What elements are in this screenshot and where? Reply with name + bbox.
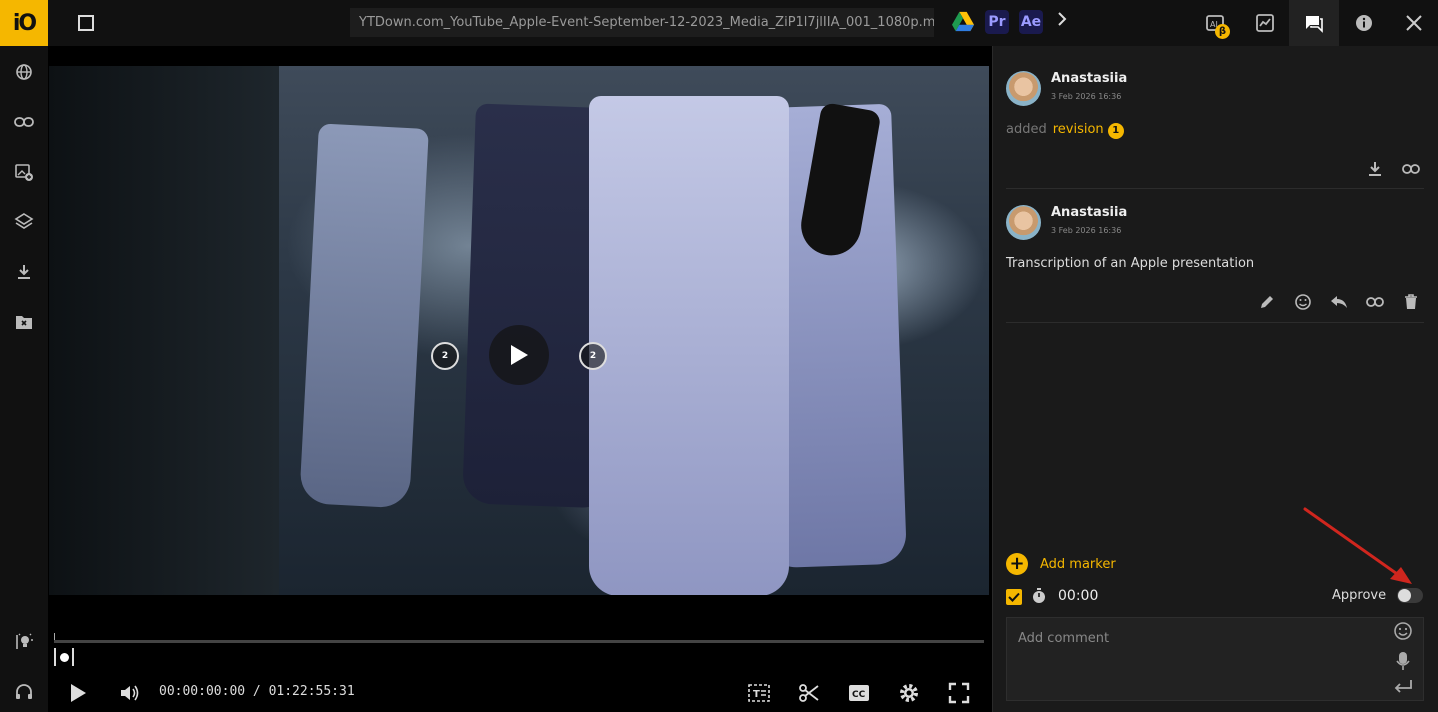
premiere-pro-icon[interactable]: Pr bbox=[985, 10, 1009, 34]
timeline-track[interactable] bbox=[54, 640, 984, 643]
emoji-icon[interactable] bbox=[1393, 621, 1413, 641]
layers-icon[interactable] bbox=[12, 210, 36, 234]
comment-input[interactable] bbox=[1007, 618, 1387, 658]
beta-badge: β bbox=[1215, 24, 1230, 39]
comment-box bbox=[1006, 617, 1424, 701]
fullscreen-icon bbox=[948, 682, 970, 704]
video-frame[interactable]: 2 2 bbox=[49, 66, 989, 595]
center-play-button[interactable] bbox=[489, 325, 549, 385]
skip-back-icon[interactable]: 2 bbox=[431, 342, 459, 370]
close-icon[interactable] bbox=[1389, 0, 1438, 46]
approve-toggle[interactable] bbox=[1397, 588, 1423, 603]
ai-tools-icon[interactable]: AI bbox=[1190, 0, 1240, 46]
checkmark-icon bbox=[1008, 592, 1020, 602]
after-effects-icon[interactable]: Ae bbox=[1019, 10, 1043, 34]
microphone-icon[interactable] bbox=[1393, 651, 1413, 671]
top-bar: iO YTDown.com_YouTube_Apple-Event-Septem… bbox=[0, 0, 1438, 46]
send-enter-icon[interactable] bbox=[1393, 676, 1413, 696]
approve-label: Approve bbox=[1332, 588, 1387, 603]
comment-author: Anastasiia bbox=[1051, 205, 1128, 220]
avatar bbox=[1006, 205, 1041, 240]
comment-item: Anastasiia 3 Feb 2026 16:36 added revisio… bbox=[1006, 71, 1424, 181]
link-icon[interactable] bbox=[12, 110, 36, 134]
google-drive-icon[interactable] bbox=[952, 11, 974, 33]
select-toggle-button[interactable] bbox=[78, 15, 94, 31]
add-marker-button[interactable]: + Add marker bbox=[1006, 553, 1116, 575]
transcript-icon: T bbox=[748, 684, 770, 702]
comment-author: Anastasiia bbox=[1051, 71, 1128, 86]
analytics-icon[interactable] bbox=[1240, 0, 1290, 46]
emoji-icon[interactable] bbox=[1293, 292, 1313, 312]
link-icon[interactable] bbox=[1365, 292, 1385, 312]
headphones-icon[interactable] bbox=[12, 680, 36, 704]
comment-text: added revision 1 bbox=[1006, 122, 1124, 139]
closed-captions-icon: CC bbox=[849, 685, 869, 701]
gear-icon bbox=[900, 684, 918, 702]
skip-forward-icon[interactable]: 2 bbox=[579, 342, 607, 370]
revision-link[interactable]: revision bbox=[1053, 122, 1104, 137]
download-icon[interactable] bbox=[12, 260, 36, 284]
stopwatch-icon bbox=[1031, 587, 1049, 605]
marker-toggle-button[interactable] bbox=[54, 648, 74, 666]
revision-badge: 1 bbox=[1107, 123, 1124, 139]
link-icon[interactable] bbox=[1401, 159, 1421, 179]
svg-text:CC: CC bbox=[852, 690, 866, 700]
lightbulb-icon[interactable] bbox=[12, 630, 36, 654]
app-logo[interactable]: iO bbox=[0, 0, 48, 46]
play-icon bbox=[511, 345, 528, 365]
remove-folder-icon[interactable] bbox=[12, 310, 36, 334]
comments-icon[interactable] bbox=[1289, 0, 1339, 46]
timestamp-checkbox[interactable] bbox=[1006, 589, 1022, 605]
info-icon[interactable] bbox=[1339, 0, 1389, 46]
volume-button[interactable] bbox=[118, 681, 142, 705]
video-content bbox=[49, 66, 279, 595]
add-image-icon[interactable] bbox=[12, 160, 36, 184]
globe-icon[interactable] bbox=[12, 60, 36, 84]
comment-date: 3 Feb 2026 16:36 bbox=[1051, 226, 1122, 235]
chevron-right-icon[interactable] bbox=[1057, 11, 1067, 32]
file-name: YTDown.com_YouTube_Apple-Event-September… bbox=[350, 8, 934, 37]
comment-text: Transcription of an Apple presentation bbox=[1006, 256, 1255, 271]
download-icon[interactable] bbox=[1365, 159, 1385, 179]
trim-button[interactable] bbox=[797, 681, 821, 705]
settings-button[interactable] bbox=[897, 681, 921, 705]
scissors-icon bbox=[799, 684, 819, 702]
play-icon bbox=[71, 684, 86, 702]
volume-icon bbox=[121, 685, 139, 701]
reply-icon[interactable] bbox=[1329, 292, 1349, 312]
play-button[interactable] bbox=[66, 681, 90, 705]
transcription-button[interactable]: T bbox=[747, 681, 771, 705]
edit-icon[interactable] bbox=[1257, 292, 1277, 312]
comment-item: Anastasiia 3 Feb 2026 16:36 Transcriptio… bbox=[1006, 205, 1424, 315]
fullscreen-button[interactable] bbox=[947, 681, 971, 705]
plus-icon: + bbox=[1006, 553, 1028, 575]
avatar bbox=[1006, 71, 1041, 106]
svg-text:T: T bbox=[753, 689, 760, 700]
captions-button[interactable]: CC bbox=[847, 681, 871, 705]
timecode: 00:00:00:00 / 01:22:55:31 bbox=[159, 684, 355, 699]
comment-date: 3 Feb 2026 16:36 bbox=[1051, 92, 1122, 101]
timestamp-value: 00:00 bbox=[1058, 588, 1099, 604]
left-sidebar bbox=[0, 46, 48, 712]
trash-icon[interactable] bbox=[1401, 292, 1421, 312]
comments-panel: Anastasiia 3 Feb 2026 16:36 added revisio… bbox=[992, 46, 1438, 712]
